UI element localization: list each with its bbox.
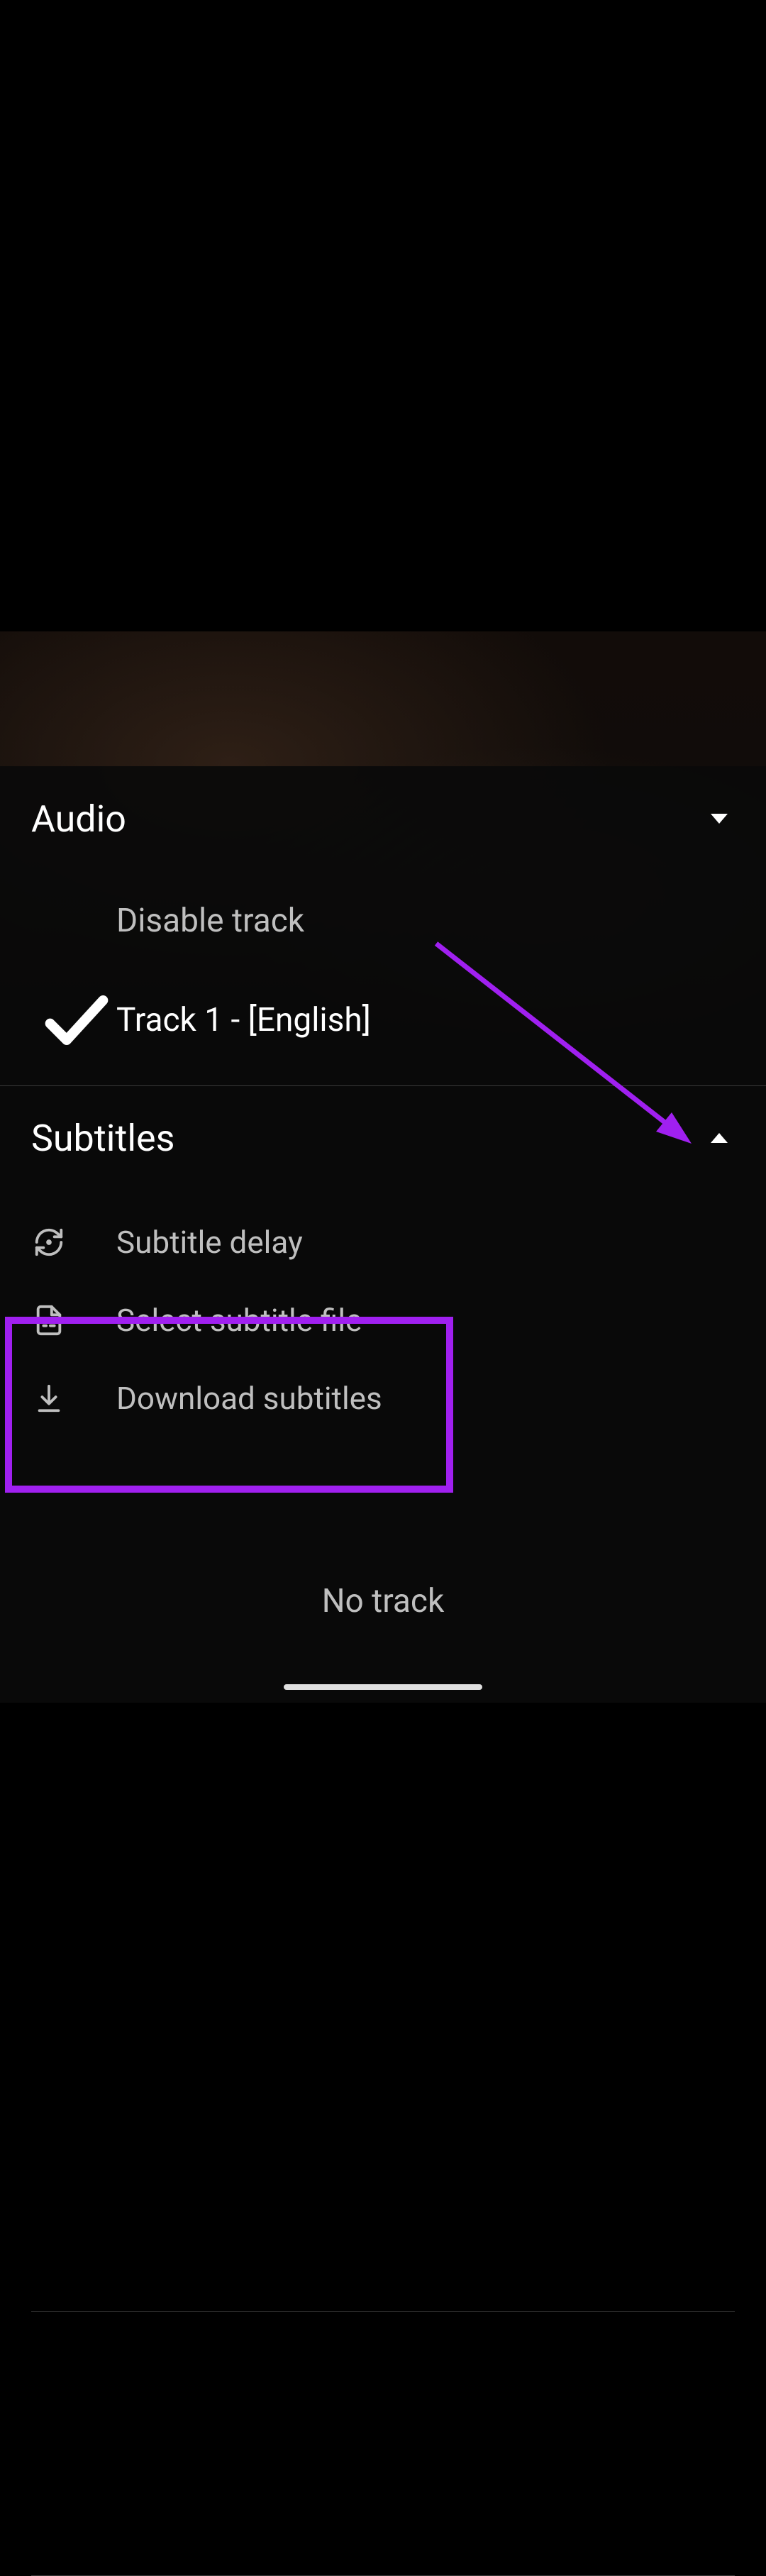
subtitles-header[interactable]: Subtitles (31, 1085, 735, 1190)
audio-track-1[interactable]: Track 1 - [English] (31, 971, 735, 1070)
caret-up-icon (711, 1133, 728, 1143)
download-icon (31, 1382, 116, 1415)
download-subtitles-item[interactable]: Download subtitles (31, 1359, 735, 1437)
select-subtitle-file-label: Select subtitle file (116, 1302, 362, 1339)
subtitles-title: Subtitles (31, 1117, 174, 1160)
audio-section: Audio Disable track Track 1 - [English] (0, 766, 766, 1070)
subtitle-delay-label: Subtitle delay (116, 1224, 303, 1261)
navigation-handle[interactable] (284, 1684, 482, 1690)
subtitles-section: Subtitles Subtitle delay (0, 1085, 766, 1437)
check-icon (31, 980, 116, 1060)
audio-header[interactable]: Audio (31, 766, 735, 871)
no-track-label: No track (0, 1582, 766, 1620)
file-icon (31, 1304, 116, 1337)
caret-down-icon (711, 814, 728, 824)
subtitles-divider-top (31, 2311, 735, 2312)
audio-disable-track[interactable]: Disable track (31, 871, 735, 971)
audio-title: Audio (31, 797, 126, 841)
audio-track-1-label: Track 1 - [English] (116, 1001, 371, 1039)
subtitle-delay-item[interactable]: Subtitle delay (31, 1203, 735, 1281)
select-subtitle-file-item[interactable]: Select subtitle file (31, 1281, 735, 1359)
sync-icon (31, 1226, 116, 1259)
audio-disable-label: Disable track (116, 902, 304, 940)
download-subtitles-label: Download subtitles (116, 1380, 382, 1417)
